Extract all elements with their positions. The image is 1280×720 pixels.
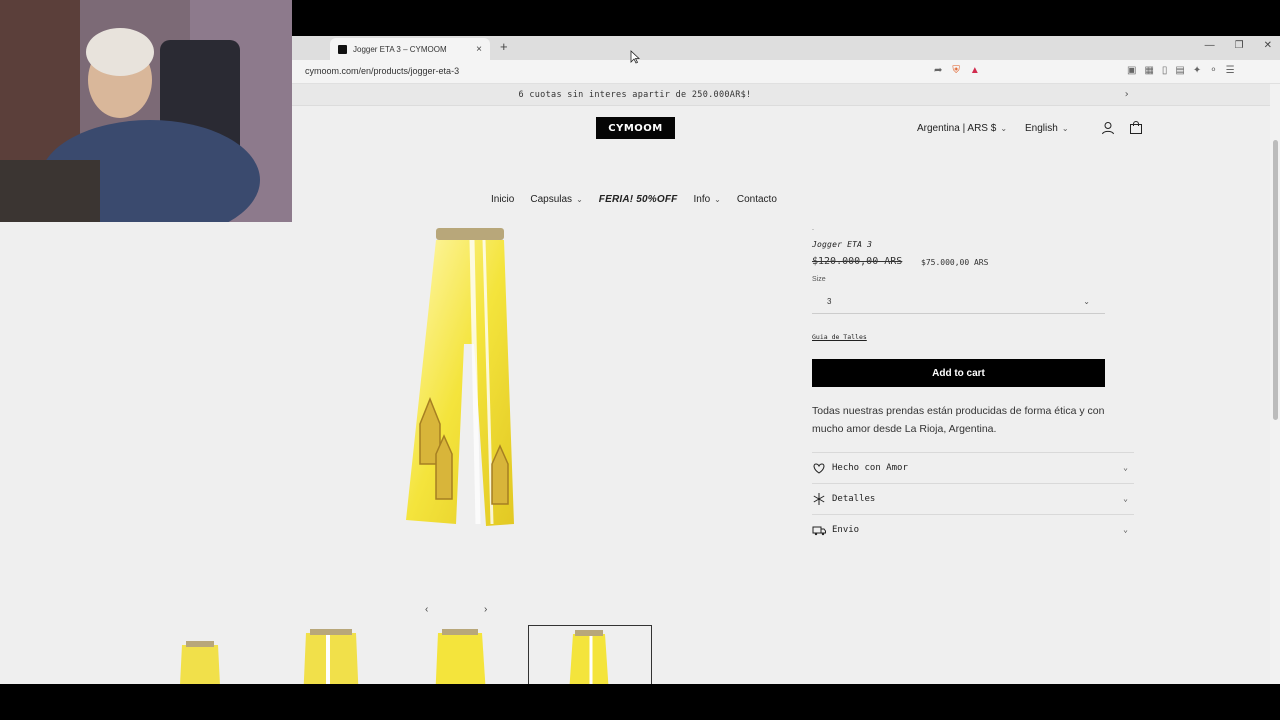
minimize-icon[interactable]: — (1205, 40, 1215, 51)
accordion-label: Envio (832, 524, 860, 535)
regular-price: $120.000,00 ARS (812, 256, 903, 267)
webcam-image (0, 0, 292, 222)
leo-icon[interactable]: ✦ (1193, 65, 1201, 76)
gallery-thumbnail-active[interactable] (528, 625, 652, 684)
chevron-down-icon: ⌄ (576, 195, 583, 204)
accordion-detalles[interactable]: Detalles ⌄ (812, 483, 1134, 513)
size-value: 3 (827, 297, 832, 306)
share-icon[interactable]: ➦ (934, 65, 942, 76)
size-guide-link[interactable]: Guia de Talles (812, 333, 867, 341)
window-close-icon[interactable]: ✕ (1264, 40, 1272, 51)
chevron-down-icon: ⌄ (714, 195, 721, 204)
announcement-text: 6 cuotas sin interes apartir de 250.000A… (518, 89, 752, 100)
account-icon[interactable] (1101, 121, 1115, 135)
accordion-hecho-con-amor[interactable]: Hecho con Amor ⌄ (812, 452, 1134, 482)
store-logo[interactable]: CYMOOM (596, 117, 675, 139)
accordion-label: Hecho con Amor (832, 462, 908, 473)
accordion-label: Detalles (832, 493, 876, 504)
nav-capsulas[interactable]: Capsulas ⌄ (530, 194, 582, 205)
restore-icon[interactable]: ❐ (1235, 40, 1244, 51)
nav-capsulas-label: Capsulas (530, 194, 573, 205)
product-title: Jogger ETA 3 (812, 240, 873, 249)
nav-contacto[interactable]: Contacto (737, 194, 777, 205)
extension-icons: ▣ ▦ ▯ ▤ ✦ ⚬ ☰ (1127, 65, 1235, 76)
scrollbar-thumb[interactable] (1273, 140, 1278, 420)
truck-icon (812, 523, 826, 537)
chevron-down-icon: ⌄ (1123, 525, 1128, 534)
tab-title: Jogger ETA 3 – CYMOOM (353, 44, 447, 54)
language-selector[interactable]: English ⌄ (1025, 123, 1069, 134)
gallery-thumbnail[interactable] (268, 625, 392, 684)
page-scrollbar[interactable] (1270, 84, 1280, 684)
extensions-icon[interactable]: ▣ (1127, 65, 1136, 76)
rewards-icon[interactable]: ▲ (970, 65, 980, 76)
menu-icon[interactable]: ☰ (1226, 65, 1235, 76)
language-label: English (1025, 122, 1058, 134)
tab-close-icon[interactable]: × (476, 44, 482, 55)
chevron-down-icon: ⌄ (1061, 123, 1069, 133)
chevron-down-icon: ⌄ (1083, 297, 1090, 306)
add-to-cart-button[interactable]: Add to cart (812, 359, 1105, 387)
url-field[interactable]: cymoom.com/en/products/jogger-eta-3 (305, 66, 459, 76)
nav-feria[interactable]: FERIA! 50%OFF (599, 194, 678, 205)
size-label: Size (812, 276, 826, 283)
heart-icon (812, 461, 826, 475)
product-vendor: - (812, 227, 814, 233)
mouse-cursor-icon (630, 50, 640, 64)
size-select[interactable]: 3 ⌄ (812, 290, 1105, 314)
sidebar-icon[interactable]: ▯ (1162, 65, 1168, 76)
country-selector[interactable]: Argentina | ARS $ ⌄ (917, 123, 1007, 134)
wallet-icon[interactable]: ▤ (1175, 65, 1184, 76)
webcam-overlay (0, 0, 292, 222)
gallery-thumbnail[interactable] (398, 625, 522, 684)
chevron-down-icon: ⌄ (1123, 463, 1128, 472)
address-icons: ➦ ⛨ ▲ (934, 65, 980, 76)
announcement-next-icon[interactable]: › (1124, 89, 1130, 100)
product-main-image[interactable] (392, 224, 552, 534)
chevron-down-icon: ⌄ (1000, 123, 1008, 133)
brave-shield-icon[interactable]: ⛨ (952, 65, 960, 76)
nav-info-label: Info (693, 194, 711, 205)
nav-info[interactable]: Info ⌄ (693, 194, 720, 205)
chevron-down-icon: ⌄ (1123, 494, 1128, 503)
header-actions: Argentina | ARS $ ⌄ English ⌄ (917, 121, 1143, 135)
product-description: Todas nuestras prendas están producidas … (812, 405, 1105, 435)
screenshot-icon[interactable]: ▦ (1144, 65, 1153, 76)
sale-price: $75.000,00 ARS (921, 258, 989, 267)
gallery-next-icon[interactable]: › (484, 604, 487, 615)
country-label: Argentina | ARS $ (917, 122, 997, 134)
screen: Jogger ETA 3 – CYMOOM × + — ❐ ✕ cymoom.c… (0, 0, 1280, 720)
gallery-thumbnail[interactable] (138, 625, 262, 684)
new-tab-button[interactable]: + (500, 39, 508, 54)
snowflake-icon (812, 492, 826, 506)
nav-inicio[interactable]: Inicio (491, 194, 514, 205)
gallery-prev-icon[interactable]: ‹ (425, 604, 428, 615)
favicon-icon (338, 44, 347, 54)
main-nav: Inicio Capsulas ⌄ FERIA! 50%OFF Info ⌄ C… (491, 194, 785, 205)
tab-active[interactable]: Jogger ETA 3 – CYMOOM × (330, 38, 490, 60)
cart-icon[interactable] (1129, 121, 1143, 135)
vpn-icon[interactable]: ⚬ (1209, 65, 1217, 76)
window-controls: — ❐ ✕ (1205, 40, 1272, 51)
accordion-envio[interactable]: Envio ⌄ (812, 514, 1134, 544)
